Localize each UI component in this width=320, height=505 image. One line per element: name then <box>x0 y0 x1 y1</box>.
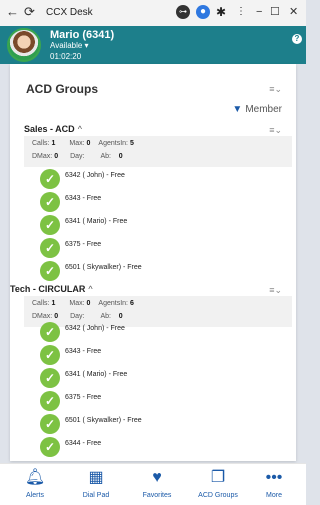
nav-label: Favorites <box>142 492 172 499</box>
maximize-button[interactable]: ☐ <box>270 4 280 20</box>
more-icon: ••• <box>265 469 283 486</box>
dmax-value: 0 <box>54 153 59 160</box>
check-icon: ✓ <box>40 368 60 388</box>
member-label: 6501 ( Skywalker) - Free <box>65 264 142 271</box>
member-label: 6375 - Free <box>65 241 102 248</box>
calls-label: Calls: <box>32 300 50 307</box>
help-icon[interactable]: ? <box>292 34 302 44</box>
nav-label: Alerts <box>26 492 44 499</box>
max-label: Max: <box>69 300 85 307</box>
member-label: 6501 ( Skywalker) - Free <box>65 417 142 424</box>
ab-label: Ab: <box>100 153 112 160</box>
kebab-menu-icon[interactable]: ⋮ <box>234 5 248 19</box>
agents-value: 5 <box>129 140 134 147</box>
close-button[interactable]: ✕ <box>289 4 298 20</box>
nav-favorites[interactable]: ♥ Favorites <box>127 468 187 499</box>
ab-label: Ab: <box>100 313 112 320</box>
acd-groups-icon: ❐ <box>210 469 226 486</box>
check-icon: ✓ <box>40 261 60 281</box>
puzzle-extension-icon[interactable]: ✱ <box>214 5 228 19</box>
dmax-label: DMax: <box>32 153 53 160</box>
max-label: Max: <box>69 140 85 147</box>
check-icon: ✓ <box>40 192 60 212</box>
group-name: Sales - ACD <box>24 124 75 134</box>
member-label: 6343 - Free <box>65 195 102 202</box>
member-filter-label: Member <box>245 104 282 115</box>
check-icon: ✓ <box>40 169 60 189</box>
member-label: 6342 ( John) - Free <box>65 325 125 332</box>
avatar[interactable] <box>7 28 41 62</box>
status-timer: 01:02:20 <box>50 52 82 61</box>
member-label: 6343 - Free <box>65 348 102 355</box>
agents-value: 6 <box>129 300 134 307</box>
reload-icon[interactable]: ⟳ <box>24 4 35 20</box>
member-label: 6344 - Free <box>65 440 102 447</box>
check-icon: ✓ <box>40 238 60 258</box>
max-value: 0 <box>86 140 91 147</box>
nav-dial-pad[interactable]: ▦ Dial Pad <box>66 468 126 499</box>
nav-acd-groups[interactable]: ❐ ACD Groups <box>188 468 248 499</box>
member-label: 6342 ( John) - Free <box>65 172 125 179</box>
calls-value: 1 <box>51 300 56 307</box>
group-stats: Calls: 1 Max: 0 AgentsIn: 6 DMax: 0 Day:… <box>24 296 292 327</box>
agent-name: Mario (6341) <box>50 29 115 41</box>
bottom-nav: 🔔︎ Alerts ▦ Dial Pad ♥ Favorites ❐ ACD G… <box>0 463 306 505</box>
max-value: 0 <box>86 300 91 307</box>
check-icon: ✓ <box>40 345 60 365</box>
group-menu-icon[interactable]: ≡⌄ <box>269 285 282 296</box>
group-header-tech[interactable]: Tech - CIRCULAR ^ <box>10 284 93 294</box>
ab-value: 0 <box>118 153 123 160</box>
nav-label: Dial Pad <box>82 492 110 499</box>
panel-title: ACD Groups <box>26 82 98 96</box>
minimize-button[interactable]: − <box>256 4 262 20</box>
check-icon: ✓ <box>40 322 60 342</box>
check-icon: ✓ <box>40 215 60 235</box>
calls-value: 1 <box>51 140 56 147</box>
window-titlebar: ← ⟳ CCX Desk ⊶ ● ✱ ⋮ − ☐ ✕ <box>0 0 306 26</box>
member-filter[interactable]: ▼ Member <box>232 104 282 115</box>
acd-groups-panel: ACD Groups ≡⌄ ▼ Member Sales - ACD ^ ≡⌄ Ca… <box>10 64 296 461</box>
agents-label: AgentsIn: <box>98 300 128 307</box>
group-stats: Calls: 1 Max: 0 AgentsIn: 5 DMax: 0 Day:… <box>24 136 292 167</box>
collapse-chevron-icon[interactable]: ^ <box>78 124 82 134</box>
day-label: Day: <box>70 313 85 320</box>
check-icon: ✓ <box>40 437 60 457</box>
check-icon: ✓ <box>40 414 60 434</box>
nav-label: ACD Groups <box>198 492 238 499</box>
agents-label: AgentsIn: <box>98 140 128 147</box>
nav-more[interactable]: ••• More <box>244 468 304 499</box>
member-label: 6375 - Free <box>65 394 102 401</box>
ab-value: 0 <box>118 313 123 320</box>
profile-extension-icon[interactable]: ● <box>196 5 210 19</box>
window-title: CCX Desk <box>46 7 93 18</box>
back-arrow-icon[interactable]: ← <box>6 4 19 20</box>
group-menu-icon[interactable]: ≡⌄ <box>269 125 282 136</box>
dialpad-icon: ▦ <box>88 469 104 486</box>
collapse-chevron-icon[interactable]: ^ <box>88 284 92 294</box>
member-label: 6341 ( Mario) - Free <box>65 218 128 225</box>
group-name: Tech - CIRCULAR <box>10 284 86 294</box>
dmax-label: DMax: <box>32 313 53 320</box>
nav-label: More <box>266 492 282 499</box>
panel-menu-icon[interactable]: ≡⌄ <box>269 84 282 95</box>
member-label: 6341 ( Mario) - Free <box>65 371 128 378</box>
group-header-sales[interactable]: Sales - ACD ^ <box>24 124 82 134</box>
filter-icon: ▼ <box>232 104 243 115</box>
calls-label: Calls: <box>32 140 50 147</box>
bell-icon: 🔔︎ <box>24 469 46 486</box>
dmax-value: 0 <box>54 313 59 320</box>
key-extension-icon[interactable]: ⊶ <box>176 5 190 19</box>
heart-icon: ♥ <box>152 469 162 486</box>
nav-alerts[interactable]: 🔔︎ Alerts <box>5 468 65 499</box>
agent-status-dropdown[interactable]: Available ▾ <box>50 41 89 50</box>
agent-header: Mario (6341) Available ▾ 01:02:20 ? <box>0 26 306 64</box>
check-icon: ✓ <box>40 391 60 411</box>
day-label: Day: <box>70 153 85 160</box>
